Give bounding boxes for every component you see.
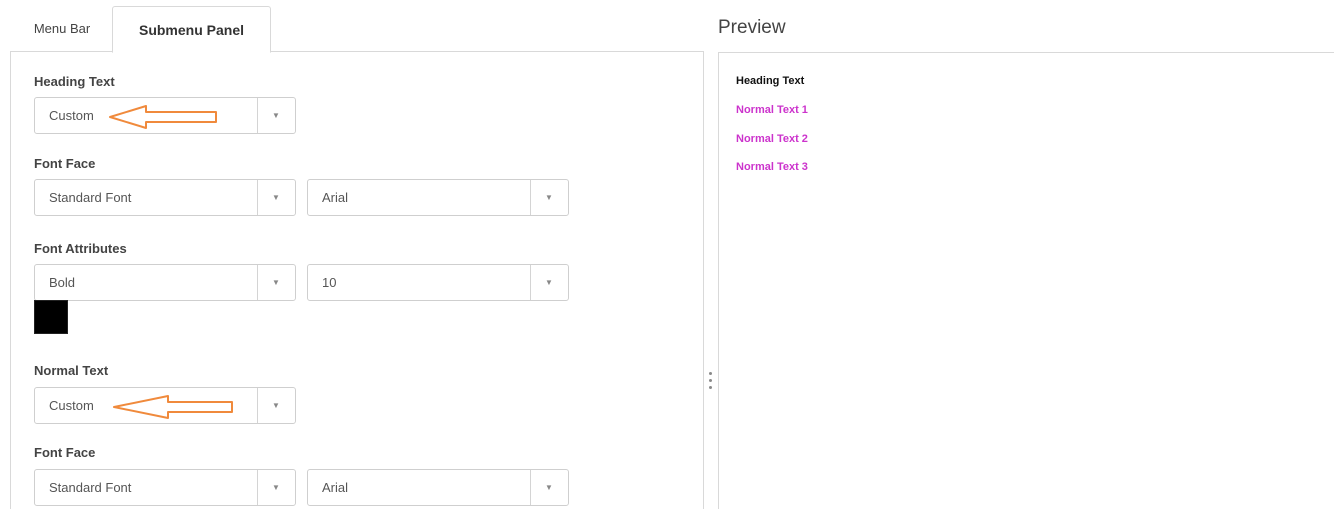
heading-font-face-label: Font Face	[34, 156, 96, 171]
select-divider	[257, 265, 258, 300]
select-value: Bold	[49, 275, 76, 290]
select-divider	[530, 265, 531, 300]
chevron-down-icon: ▼	[545, 483, 553, 492]
chevron-down-icon: ▼	[272, 193, 280, 202]
preview-normal-text-item: Normal Text 1	[736, 104, 808, 116]
heading-font-family-select[interactable]: Arial ▼	[307, 179, 569, 216]
normal-font-family-select[interactable]: Arial ▼	[307, 469, 569, 506]
select-divider	[257, 98, 258, 133]
settings-panel: Heading Text Custom ▼ Font Face Standard…	[10, 52, 704, 509]
chevron-down-icon: ▼	[272, 401, 280, 410]
normal-style-select[interactable]: Custom ▼	[34, 387, 296, 424]
select-value: Standard Font	[49, 480, 132, 495]
select-divider	[257, 388, 258, 423]
chevron-down-icon: ▼	[272, 278, 280, 287]
heading-font-type-select[interactable]: Standard Font ▼	[34, 179, 296, 216]
chevron-down-icon: ▼	[272, 483, 280, 492]
select-divider	[257, 180, 258, 215]
select-value: Custom	[49, 398, 94, 413]
select-value: Arial	[322, 480, 349, 495]
select-divider	[530, 180, 531, 215]
normal-text-label: Normal Text	[34, 363, 109, 378]
select-value: Standard Font	[49, 190, 132, 205]
select-divider	[530, 470, 531, 505]
heading-text-label: Heading Text	[34, 74, 115, 89]
select-value: Custom	[49, 108, 94, 123]
select-value: Arial	[322, 190, 349, 205]
preview-normal-text-item: Normal Text 3	[736, 161, 808, 173]
normal-font-type-select[interactable]: Standard Font ▼	[34, 469, 296, 506]
chevron-down-icon: ▼	[545, 278, 553, 287]
heading-style-select[interactable]: Custom ▼	[34, 97, 296, 134]
tab-bar: Menu Bar Submenu Panel	[10, 0, 704, 53]
chevron-down-icon: ▼	[272, 111, 280, 120]
panel-splitter-handle[interactable]	[705, 368, 717, 394]
chevron-down-icon: ▼	[545, 193, 553, 202]
preview-normal-text-item: Normal Text 2	[736, 133, 808, 145]
tab-submenu-panel[interactable]: Submenu Panel	[112, 6, 271, 53]
heading-font-weight-select[interactable]: Bold ▼	[34, 264, 296, 301]
heading-font-attributes-label: Font Attributes	[34, 241, 127, 256]
preview-heading-text: Heading Text	[736, 75, 805, 87]
heading-color-swatch[interactable]	[34, 300, 68, 334]
preview-panel: Heading Text Normal Text 1 Normal Text 2…	[718, 52, 1334, 509]
heading-font-size-select[interactable]: 10 ▼	[307, 264, 569, 301]
preview-title: Preview	[718, 17, 786, 38]
tab-menu-bar[interactable]: Menu Bar	[16, 6, 108, 53]
select-divider	[257, 470, 258, 505]
select-value: 10	[322, 275, 337, 290]
normal-font-face-label: Font Face	[34, 445, 96, 460]
